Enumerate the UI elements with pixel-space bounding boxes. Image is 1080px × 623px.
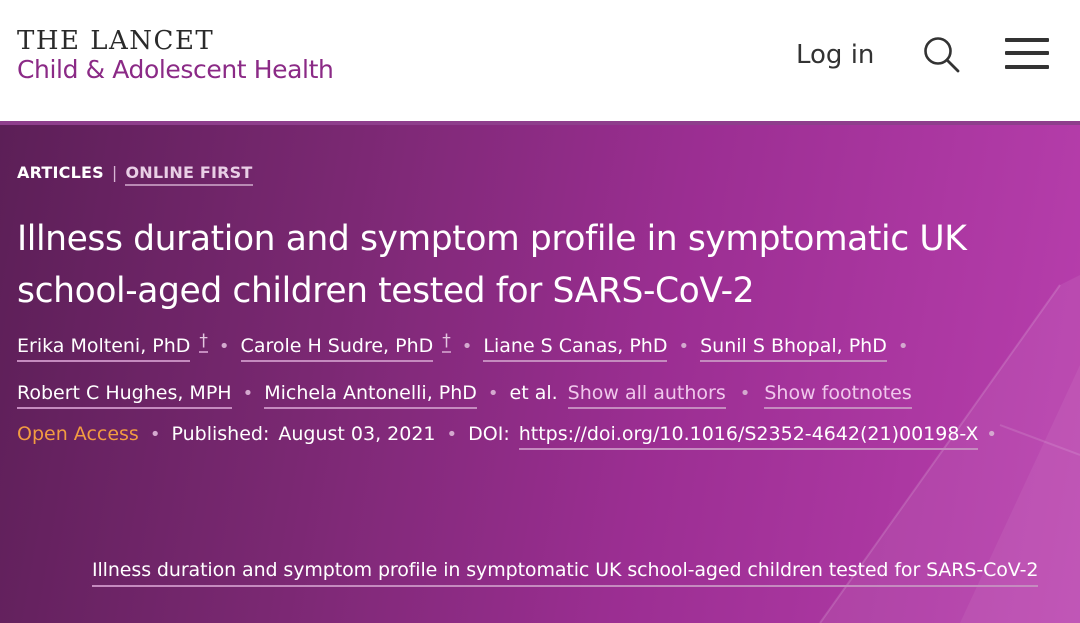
separator-dot: • — [446, 424, 458, 445]
site-header: THE LANCET Child & Adolescent Health Log… — [0, 0, 1080, 121]
article-kicker: ARTICLES | ONLINE FIRST — [17, 163, 253, 186]
separator-dot: • — [678, 336, 690, 357]
journal-logo-line1[interactable]: THE LANCET — [17, 26, 214, 56]
article-figure-caption-link[interactable]: Illness duration and symptom profile in … — [92, 559, 1038, 587]
author-link[interactable]: Carole H Sudre, PhD — [240, 335, 434, 362]
separator-dot: • — [218, 336, 230, 357]
author-footnote-mark[interactable]: † — [199, 331, 208, 353]
separator-dot: • — [897, 336, 909, 357]
doi-link[interactable]: https://doi.org/10.1016/S2352-4642(21)00… — [518, 423, 979, 450]
published-label: Published: — [171, 423, 270, 445]
separator-dot: • — [986, 424, 997, 445]
author-list-row-1: Erika Molteni, PhD † • Carole H Sudre, P… — [17, 331, 919, 362]
article-meta-row: Open Access • Published: August 03, 2021… — [17, 423, 1008, 450]
search-icon[interactable] — [922, 35, 962, 75]
online-first-link[interactable]: ONLINE FIRST — [125, 163, 253, 186]
author-link[interactable]: Robert C Hughes, MPH — [17, 382, 232, 409]
author-link[interactable]: Erika Molteni, PhD — [17, 335, 191, 362]
section-label[interactable]: ARTICLES — [17, 163, 104, 182]
article-title: Illness duration and symptom profile in … — [17, 219, 967, 311]
hamburger-menu-icon[interactable] — [1005, 38, 1049, 70]
separator-dot: • — [487, 383, 499, 404]
show-footnotes-link[interactable]: Show footnotes — [764, 382, 912, 409]
show-all-authors-link[interactable]: Show all authors — [567, 382, 726, 409]
author-link[interactable]: Liane S Canas, PhD — [483, 335, 668, 362]
login-link[interactable]: Log in — [796, 40, 874, 70]
et-al-text: et al. — [509, 382, 558, 404]
author-list-row-2: Robert C Hughes, MPH • Michela Antonelli… — [17, 382, 912, 409]
published-date: August 03, 2021 — [278, 423, 436, 445]
author-link[interactable]: Michela Antonelli, PhD — [264, 382, 477, 409]
author-footnote-mark[interactable]: † — [442, 331, 451, 353]
doi-label: DOI: — [468, 423, 510, 445]
article-hero: ARTICLES | ONLINE FIRST Illness duration a… — [0, 125, 1080, 623]
background-graphic — [819, 275, 1080, 623]
separator-dot: • — [242, 383, 254, 404]
kicker-divider: | — [111, 163, 118, 182]
separator-dot: • — [149, 424, 161, 445]
author-link[interactable]: Sunil S Bhopal, PhD — [700, 335, 887, 362]
journal-logo-line2[interactable]: Child & Adolescent Health — [17, 55, 334, 84]
separator-dot: • — [461, 336, 473, 357]
open-access-badge[interactable]: Open Access — [17, 423, 139, 445]
separator-dot: • — [739, 383, 751, 404]
